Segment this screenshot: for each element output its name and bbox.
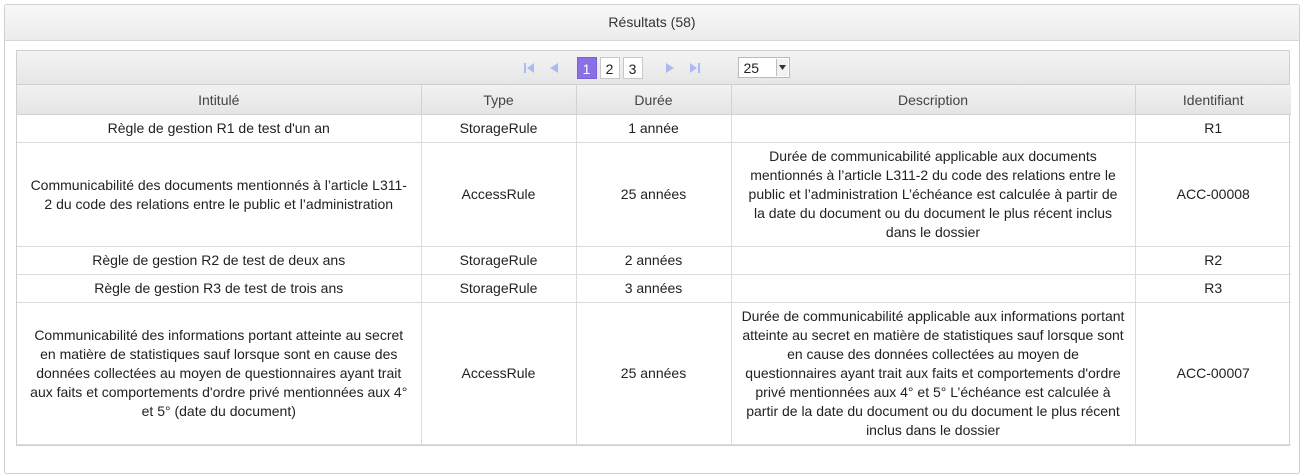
cell-duree: 25 années — [576, 302, 732, 445]
cell-description: Durée de communicabilité applicable aux … — [731, 142, 1136, 247]
last-page-button[interactable] — [686, 57, 705, 79]
cell-description — [731, 246, 1136, 275]
cell-duree: 2 années — [576, 246, 732, 275]
first-page-button[interactable] — [520, 57, 539, 79]
cell-intitule: Communicabilité des documents mentionnés… — [17, 142, 422, 247]
last-page-icon — [690, 62, 700, 73]
column-header-intitule[interactable]: Intitulé — [17, 85, 422, 115]
cell-intitule: Communicabilité des informations portant… — [17, 302, 422, 445]
cell-duree: 3 années — [576, 274, 732, 303]
column-header-type[interactable]: Type — [421, 85, 577, 115]
cell-identifiant: ACC-00007 — [1135, 302, 1291, 445]
column-header-identifiant[interactable]: Identifiant — [1135, 85, 1291, 115]
cell-description: Durée de communicabilité applicable aux … — [731, 302, 1136, 445]
page-3-button[interactable]: 3 — [622, 56, 643, 79]
previous-page-button[interactable] — [545, 57, 564, 79]
first-page-icon — [524, 62, 534, 73]
rows-per-page-select[interactable]: 25 — [737, 57, 790, 78]
cell-type: StorageRule — [421, 246, 577, 275]
next-page-icon — [666, 62, 674, 73]
cell-identifiant: ACC-00008 — [1135, 142, 1291, 247]
table-row[interactable]: Règle de gestion R2 de test de deux ans … — [17, 246, 1291, 275]
table-header-row: Intitulé Type Durée Description Identifi… — [17, 85, 1291, 115]
page-1-button[interactable]: 1 — [576, 56, 597, 79]
cell-identifiant: R3 — [1135, 274, 1291, 303]
rows-per-page-value: 25 — [743, 59, 760, 76]
cell-type: StorageRule — [421, 274, 577, 303]
cell-intitule: Règle de gestion R2 de test de deux ans — [17, 246, 422, 275]
results-table-container: 1 2 3 25 Intitulé Type Durée Description… — [16, 50, 1291, 446]
cell-type: AccessRule — [421, 142, 577, 247]
panel-title: Résultats (58) — [5, 5, 1299, 41]
paginator: 1 2 3 25 — [17, 51, 1289, 85]
cell-description — [731, 114, 1136, 143]
column-header-duree[interactable]: Durée — [576, 85, 732, 115]
table-row[interactable]: Communicabilité des documents mentionnés… — [17, 142, 1291, 247]
cell-duree: 1 année — [576, 114, 732, 143]
dropdown-arrow-icon — [775, 59, 788, 76]
cell-intitule: Règle de gestion R1 de test d'un an — [17, 114, 422, 143]
table-row[interactable]: Communicabilité des informations portant… — [17, 302, 1291, 445]
page-2-button[interactable]: 2 — [599, 56, 620, 79]
results-panel: Résultats (58) 1 2 3 25 Intitulé Type Du… — [4, 4, 1300, 474]
column-header-description[interactable]: Description — [731, 85, 1136, 115]
next-page-button[interactable] — [661, 57, 680, 79]
cell-description — [731, 274, 1136, 303]
cell-type: StorageRule — [421, 114, 577, 143]
cell-intitule: Règle de gestion R3 de test de trois ans — [17, 274, 422, 303]
previous-page-icon — [550, 62, 558, 73]
page-list: 1 2 3 — [576, 56, 646, 79]
cell-type: AccessRule — [421, 302, 577, 445]
results-table: Intitulé Type Durée Description Identifi… — [17, 85, 1291, 445]
cell-identifiant: R1 — [1135, 114, 1291, 143]
table-row[interactable]: Règle de gestion R3 de test de trois ans… — [17, 274, 1291, 303]
table-row[interactable]: Règle de gestion R1 de test d'un an Stor… — [17, 114, 1291, 143]
cell-identifiant: R2 — [1135, 246, 1291, 275]
cell-duree: 25 années — [576, 142, 732, 247]
